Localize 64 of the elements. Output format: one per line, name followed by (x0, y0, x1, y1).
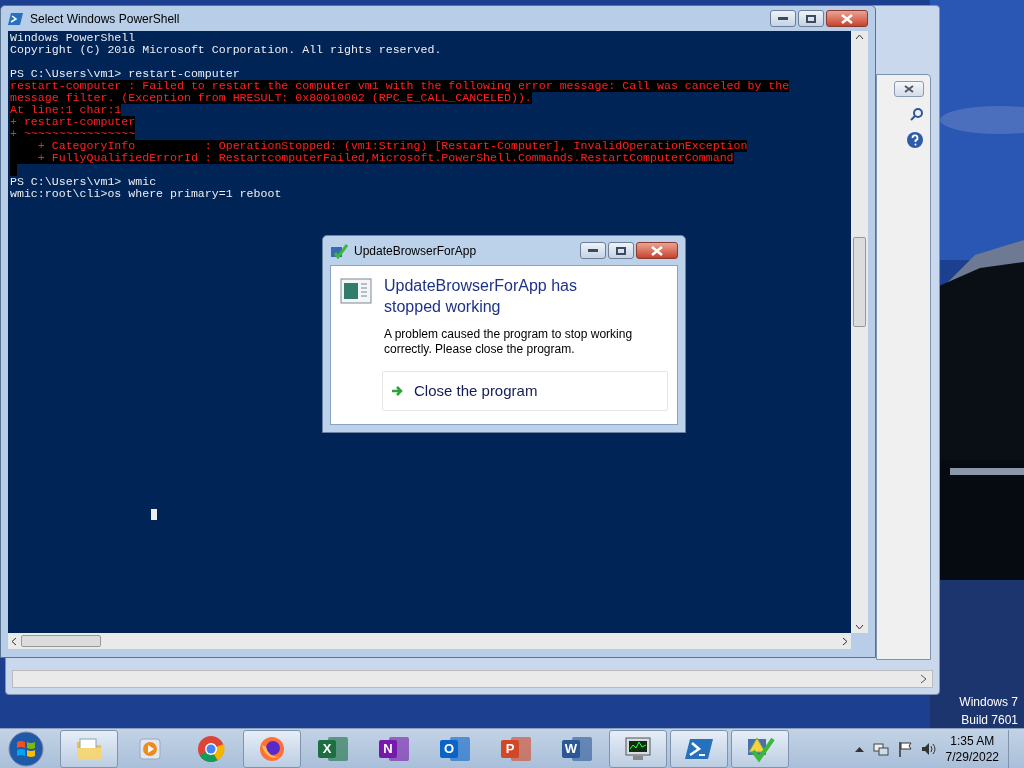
scroll-thumb[interactable] (853, 237, 866, 327)
console-line: Copyright (C) 2016 Microsoft Corporation. All rights reserved. (10, 44, 442, 56)
close-icon (651, 245, 663, 256)
vertical-scrollbar[interactable] (851, 31, 868, 633)
text-cursor (151, 509, 157, 520)
console-line: Windows PowerShell (10, 32, 136, 44)
taskbar-button[interactable]: X (304, 729, 362, 768)
folder-icon (75, 736, 103, 761)
taskbar-button[interactable]: P (487, 729, 545, 768)
close-icon (841, 13, 853, 24)
console-line: PS C:\Users\vm1> wmic (10, 176, 157, 188)
dialog-title: UpdateBrowserForApp (354, 242, 478, 260)
clock-date[interactable]: 7/29/2022 (945, 748, 999, 765)
scroll-up-icon[interactable] (855, 34, 864, 40)
scroll-thumb[interactable] (21, 635, 101, 647)
powershell-icon (8, 11, 24, 26)
taskbar-button[interactable] (243, 729, 301, 768)
search-icon[interactable] (910, 107, 924, 121)
close-icon (904, 85, 914, 93)
taskbar-button[interactable]: N (365, 729, 423, 768)
app-letter: P (501, 739, 519, 758)
taskbar-button[interactable]: O (426, 729, 484, 768)
windows-logo-icon (8, 730, 44, 767)
dialog-message: A problem caused the program to stop working correctly. Please close the program. (384, 327, 634, 357)
clock-time[interactable]: 1:35 AM (950, 732, 995, 749)
maximize-button[interactable] (798, 10, 824, 27)
arrow-icon (391, 385, 404, 397)
app-letter: W (562, 739, 580, 758)
browser-icon (197, 734, 225, 763)
os-name: Windows 7 (959, 694, 1018, 711)
scroll-right-icon[interactable] (920, 674, 928, 684)
horizontal-scrollbar[interactable] (8, 633, 851, 649)
minimize-button[interactable] (770, 10, 796, 27)
scroll-left-icon[interactable] (11, 636, 17, 646)
dialog-heading: UpdateBrowserForApp has stopped working (384, 276, 578, 317)
network-icon[interactable] (872, 740, 889, 757)
minimize-button[interactable] (580, 242, 606, 259)
close-program-button[interactable]: Close the program (382, 371, 668, 411)
app-icon (330, 242, 348, 259)
app-letter: N (379, 739, 397, 758)
monitor-icon (623, 735, 653, 762)
play-icon (138, 736, 162, 761)
taskbar-button[interactable] (609, 729, 667, 768)
app-letter: X (318, 739, 336, 758)
scroll-right-icon[interactable] (842, 636, 848, 646)
browser-icon (258, 734, 286, 763)
scroll-down-icon[interactable] (855, 624, 864, 630)
flag-icon[interactable] (897, 740, 912, 757)
horizontal-scrollbar[interactable] (12, 670, 933, 688)
show-hidden-icons[interactable] (854, 745, 864, 752)
powershell-icon (684, 736, 714, 761)
error-highlight (10, 164, 17, 176)
build-number: Build 7601 (961, 712, 1018, 729)
app-letter: O (440, 739, 458, 758)
help-icon[interactable] (906, 131, 924, 149)
window-title: Select Windows PowerShell (30, 10, 181, 28)
taskbar-button[interactable]: W (548, 729, 606, 768)
close-button[interactable] (826, 10, 868, 27)
console-line: PS C:\Users\vm1> restart-computer (10, 68, 240, 80)
maximize-button[interactable] (608, 242, 634, 259)
console-line: wmic:root\cli>os where primary=1 reboot (10, 188, 282, 200)
close-button[interactable] (894, 81, 924, 97)
program-window-icon (340, 278, 372, 304)
close-button[interactable] (636, 242, 678, 259)
